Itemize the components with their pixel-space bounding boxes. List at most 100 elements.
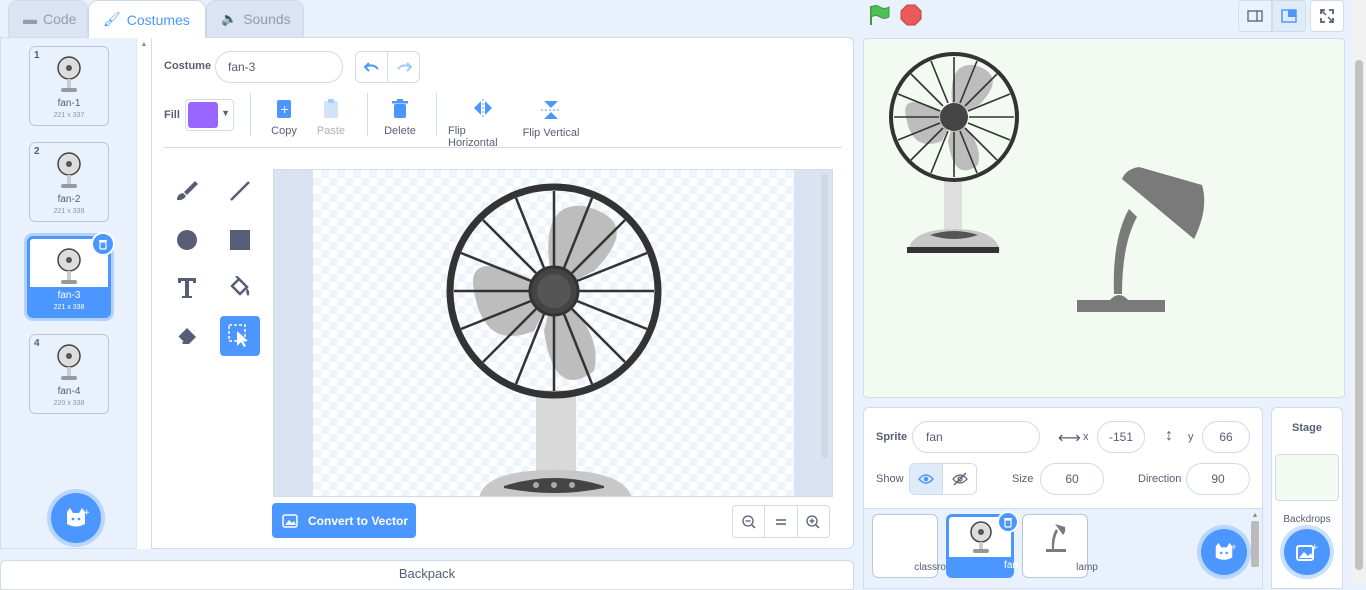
delete-button[interactable]: Delete: [384, 99, 416, 137]
undo-icon: [363, 62, 379, 72]
eye-slash-icon: [951, 472, 968, 486]
trash-icon: [392, 99, 408, 118]
speaker-icon: 🔈: [221, 11, 238, 26]
undo-button[interactable]: [355, 51, 388, 83]
equals-icon: [775, 518, 786, 525]
fan-sprite: [889, 52, 1019, 253]
costume-number: 1: [34, 50, 40, 61]
divider: [436, 93, 437, 136]
paint-canvas[interactable]: [273, 169, 833, 497]
costume-size: 221 x 337: [53, 112, 85, 119]
sprite-list-scrollbar[interactable]: ▲: [1249, 512, 1261, 583]
choose-backdrop-button[interactable]: +: [1284, 529, 1330, 575]
y-arrows-icon: ↕: [1165, 427, 1173, 444]
tab-sounds[interactable]: 🔈 Sounds: [206, 0, 304, 37]
costume-name: fan-4: [57, 386, 81, 397]
lamp-sprite: [1077, 167, 1205, 312]
circle-tool[interactable]: [167, 220, 207, 260]
sprite-name-input[interactable]: fan: [912, 421, 1040, 453]
fan-thumbnail: [57, 152, 81, 188]
sprite-item-classroom[interactable]: classroom: [872, 514, 960, 578]
stage-thumbnail: [1275, 454, 1339, 501]
show-visible-button[interactable]: [909, 463, 943, 495]
costume-item-2[interactable]: 2 fan-2 221 x 339: [29, 142, 109, 222]
delete-sprite-button[interactable]: [997, 511, 1019, 533]
rectangle-tool[interactable]: [220, 220, 260, 260]
choose-sprite-button[interactable]: +: [1201, 529, 1247, 575]
page-scrollbar[interactable]: [1352, 0, 1366, 583]
eye-icon: [918, 474, 934, 484]
circle-icon: [177, 230, 197, 250]
svg-text:+: +: [83, 508, 89, 518]
backpack-label: Backpack: [398, 566, 456, 581]
small-stage-icon: [1247, 10, 1263, 22]
flip-vertical-icon: [541, 101, 561, 119]
direction-value: 90: [1211, 472, 1225, 486]
costume-list-scrollbar[interactable]: ▲: [136, 37, 151, 549]
tab-sounds-label: Sounds: [243, 11, 291, 27]
backpack-header[interactable]: Backpack: [0, 560, 854, 590]
redo-button[interactable]: [388, 51, 420, 83]
brush-tool[interactable]: [167, 171, 207, 211]
brush-icon: 🖌: [103, 11, 121, 27]
scroll-up-arrow[interactable]: ▲: [137, 41, 151, 48]
large-stage-icon: [1281, 9, 1297, 23]
backdrops-label: Backdrops: [1283, 514, 1331, 525]
flip-horizontal-label: Flip Horizontal: [448, 125, 498, 149]
line-icon: [230, 181, 250, 201]
divider: [163, 147, 842, 148]
fill-label: Fill: [164, 109, 180, 121]
zoom-out-button[interactable]: [733, 506, 766, 537]
costume-size: 221 x 338: [53, 304, 85, 311]
x-input[interactable]: -151: [1097, 421, 1145, 453]
svg-text:+: +: [280, 103, 289, 116]
fan-thumbnail: [57, 344, 81, 380]
paste-icon: [324, 99, 338, 118]
costume-name-input[interactable]: fan-3: [215, 51, 343, 83]
scroll-up-arrow[interactable]: ▲: [1249, 512, 1261, 519]
costume-name: fan-2: [57, 194, 81, 205]
fan-drawing: [446, 183, 662, 496]
paste-button[interactable]: Paste: [316, 99, 346, 137]
brush-icon: [177, 181, 198, 201]
costume-number: 4: [34, 338, 40, 349]
paste-label: Paste: [316, 125, 346, 137]
costume-name: fan-1: [57, 98, 81, 109]
fullscreen-button[interactable]: [1310, 0, 1344, 32]
line-tool[interactable]: [220, 171, 260, 211]
choose-costume-button[interactable]: +: [51, 493, 101, 543]
y-input[interactable]: 66: [1202, 421, 1250, 453]
flip-vertical-button[interactable]: Flip Vertical: [521, 99, 581, 139]
small-stage-button[interactable]: [1238, 0, 1272, 32]
tab-code[interactable]: ▬ Code: [8, 0, 88, 37]
canvas-scrollbar[interactable]: [821, 174, 828, 458]
fill-tool[interactable]: [220, 268, 260, 308]
show-hidden-button[interactable]: [943, 463, 977, 495]
eraser-tool[interactable]: [167, 316, 207, 356]
delete-costume-button[interactable]: [91, 232, 115, 256]
x-label: x: [1083, 431, 1089, 443]
zoom-reset-button[interactable]: [765, 506, 798, 537]
sprite-item-lamp[interactable]: lamp: [1022, 514, 1098, 578]
costume-item-4[interactable]: 4 fan-4 220 x 338: [29, 334, 109, 414]
convert-to-vector-button[interactable]: Convert to Vector: [272, 503, 416, 538]
stop-button[interactable]: [898, 3, 924, 27]
select-tool[interactable]: [220, 316, 260, 356]
size-value: 60: [1065, 472, 1079, 486]
fan-thumbnail: [970, 521, 992, 553]
tab-costumes[interactable]: 🖌 Costumes: [88, 0, 206, 38]
fan-thumbnail: [57, 56, 81, 92]
fill-color-picker[interactable]: ▼: [185, 99, 234, 131]
green-flag-button[interactable]: [866, 3, 892, 27]
large-stage-button[interactable]: [1272, 0, 1306, 32]
select-icon: [228, 324, 248, 347]
fill-swatch: [188, 102, 218, 128]
copy-button[interactable]: + Copy: [270, 99, 298, 137]
stage-canvas[interactable]: [863, 38, 1345, 398]
size-input[interactable]: 60: [1040, 463, 1104, 495]
direction-input[interactable]: 90: [1186, 463, 1250, 495]
text-tool[interactable]: [167, 268, 207, 308]
flip-horizontal-button[interactable]: Flip Horizontal: [448, 99, 518, 149]
costume-item-1[interactable]: 1 fan-1 221 x 337: [29, 46, 109, 126]
zoom-in-button[interactable]: [798, 506, 829, 537]
